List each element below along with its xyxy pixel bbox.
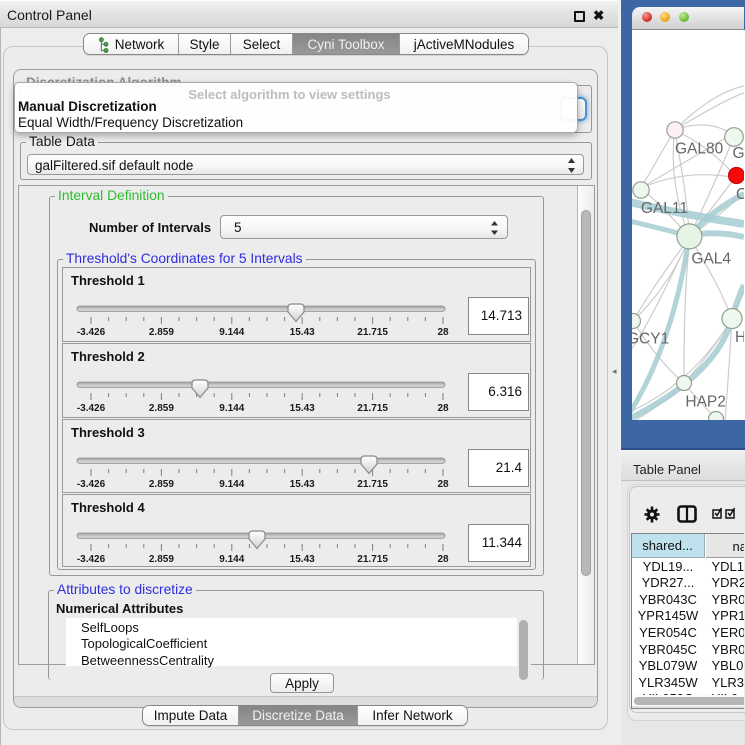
svg-text:GAL80: GAL80 bbox=[675, 141, 724, 158]
svg-text:9.144: 9.144 bbox=[219, 479, 244, 490]
svg-text:GCY1: GCY1 bbox=[632, 331, 669, 348]
svg-text:21.715: 21.715 bbox=[357, 554, 388, 565]
svg-text:HAP2: HAP2 bbox=[685, 394, 726, 411]
svg-text:C: C bbox=[736, 186, 744, 203]
svg-text:GAL: GAL bbox=[733, 145, 745, 162]
svg-text:2.859: 2.859 bbox=[149, 403, 174, 414]
svg-text:9.144: 9.144 bbox=[219, 327, 244, 338]
svg-text:28: 28 bbox=[437, 554, 449, 565]
svg-text:15.43: 15.43 bbox=[290, 327, 315, 338]
svg-text:-3.426: -3.426 bbox=[77, 403, 106, 414]
svg-text:15.43: 15.43 bbox=[290, 554, 315, 565]
svg-text:21.715: 21.715 bbox=[357, 327, 388, 338]
svg-text:GAL11: GAL11 bbox=[641, 200, 688, 217]
svg-text:2.859: 2.859 bbox=[149, 327, 174, 338]
svg-text:21.715: 21.715 bbox=[357, 403, 388, 414]
svg-text:9.144: 9.144 bbox=[219, 554, 244, 565]
svg-text:28: 28 bbox=[437, 403, 449, 414]
svg-text:28: 28 bbox=[437, 327, 449, 338]
svg-text:15.43: 15.43 bbox=[290, 479, 315, 490]
svg-text:28: 28 bbox=[437, 479, 449, 490]
svg-text:-3.426: -3.426 bbox=[77, 554, 106, 565]
svg-text:21.715: 21.715 bbox=[357, 479, 388, 490]
svg-text:2.859: 2.859 bbox=[149, 479, 174, 490]
svg-text:9.144: 9.144 bbox=[219, 403, 244, 414]
svg-text:15.43: 15.43 bbox=[290, 403, 315, 414]
svg-text:H: H bbox=[735, 329, 744, 346]
svg-text:GAL4: GAL4 bbox=[691, 251, 731, 268]
svg-text:-3.426: -3.426 bbox=[77, 479, 106, 490]
svg-text:-3.426: -3.426 bbox=[77, 327, 106, 338]
svg-text:2.859: 2.859 bbox=[149, 554, 174, 565]
